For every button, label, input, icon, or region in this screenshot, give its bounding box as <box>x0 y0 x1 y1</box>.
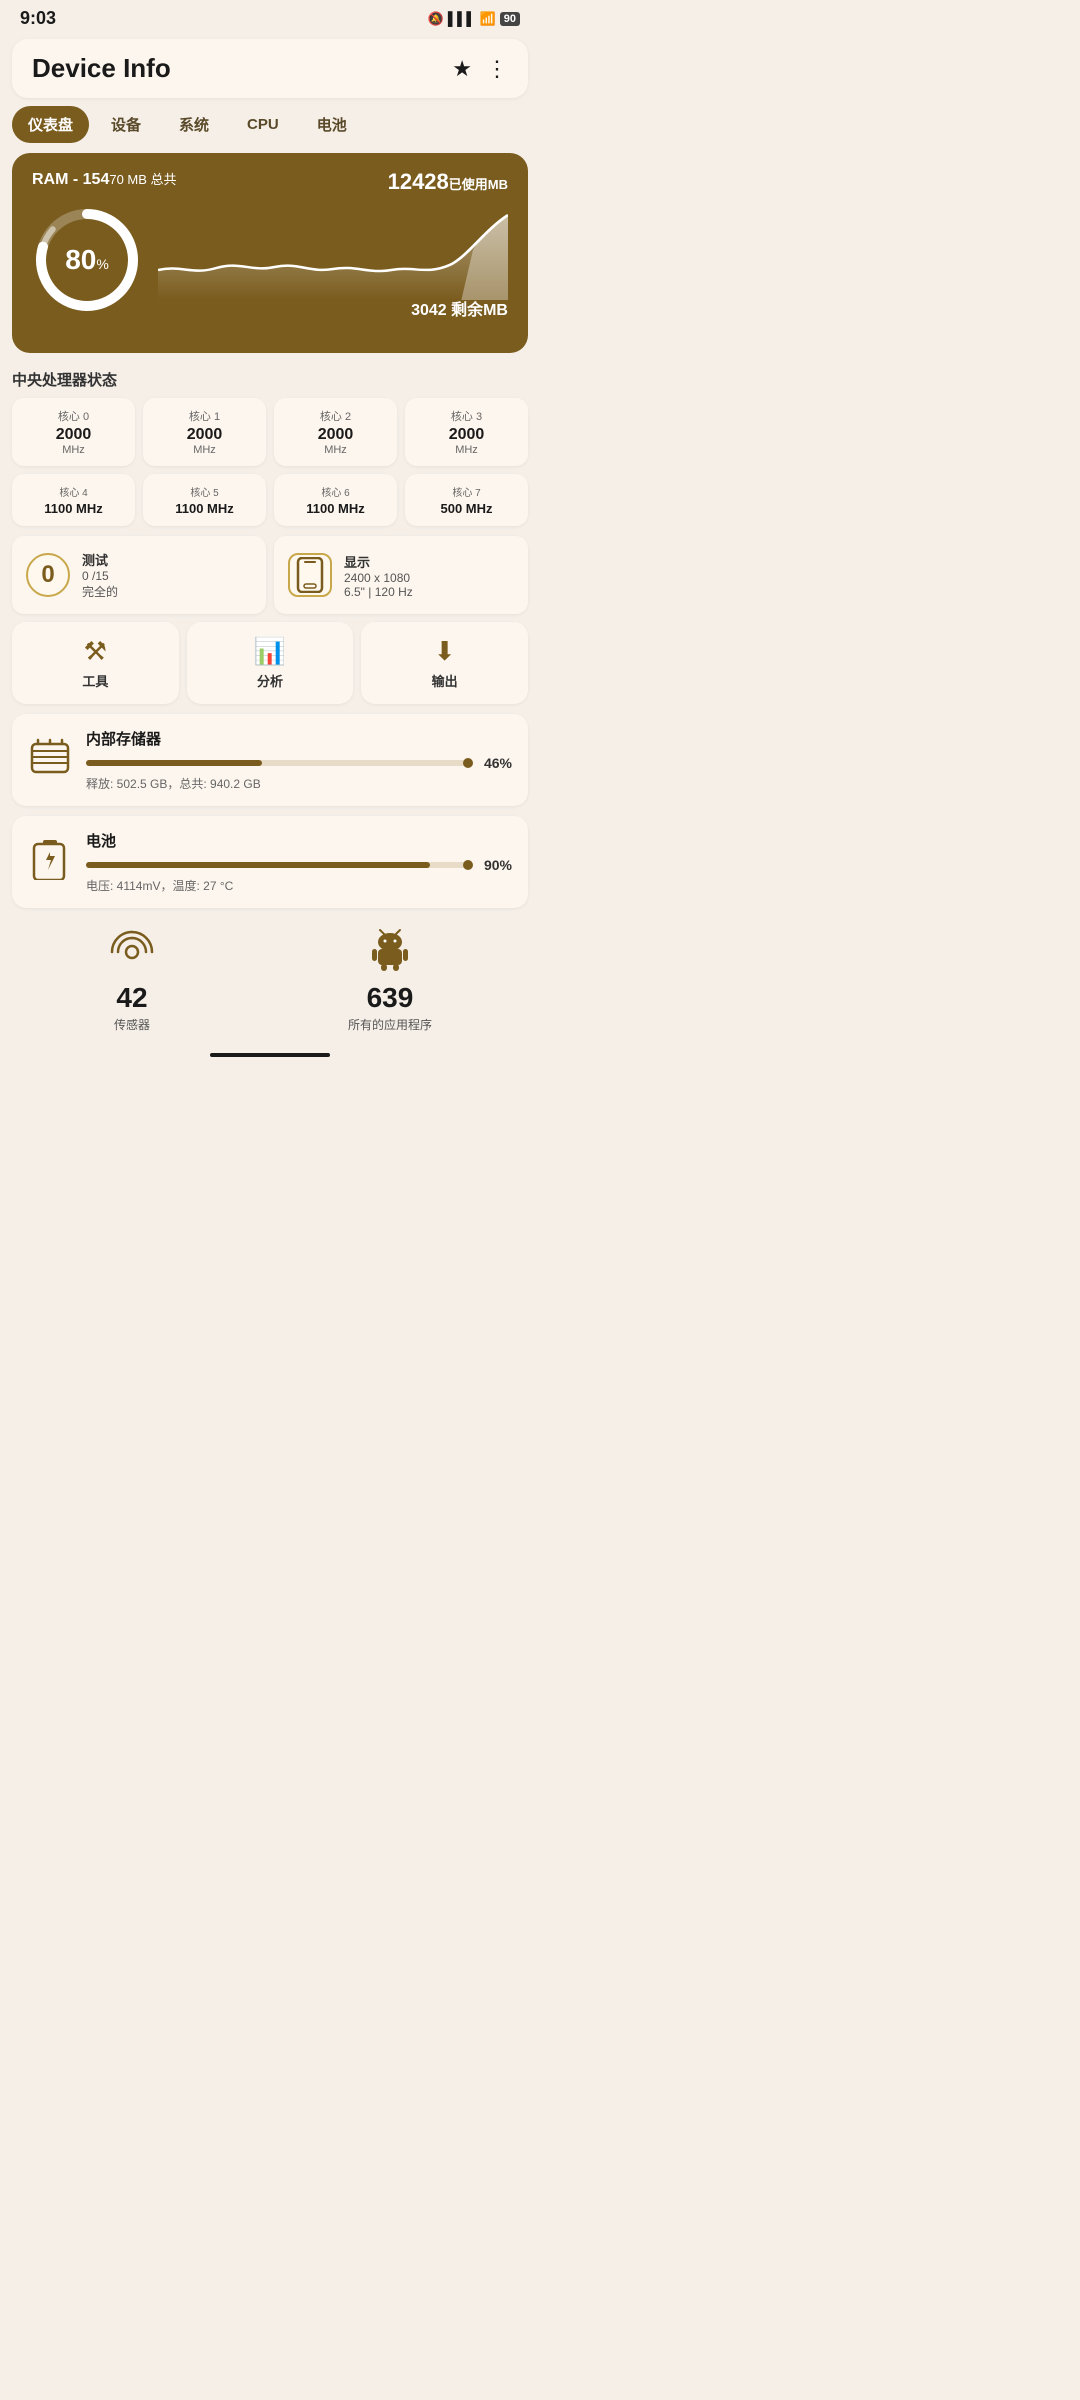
cpu-core-2: 核心 2 2000 MHz <box>274 398 397 466</box>
storage-sub: 释放: 502.5 GB，总共: 940.2 GB <box>86 775 512 792</box>
battery-content: 电池 90% 电压: 4114mV，温度: 27 °C <box>86 830 512 894</box>
tab-device[interactable]: 设备 <box>95 106 157 143</box>
tool-row: ⚒ 工具 📊 分析 ⬇ 输出 <box>0 622 540 704</box>
storage-progress-dot <box>463 758 473 768</box>
star-icon[interactable]: ★ <box>452 56 472 82</box>
storage-card[interactable]: 内部存储器 46% 释放: 502.5 GB，总共: 940.2 GB <box>12 714 528 806</box>
storage-title: 内部存储器 <box>86 728 512 749</box>
tools-icon: ⚒ <box>20 636 171 667</box>
tool-btn-analysis[interactable]: 📊 分析 <box>187 622 354 704</box>
battery-progress-row: 90% <box>86 857 512 873</box>
storage-icon <box>28 734 72 786</box>
tool-label-analysis: 分析 <box>195 671 346 690</box>
phone-icon-svg <box>296 557 324 593</box>
ram-donut: 80% <box>32 205 142 315</box>
test-icon: 0 <box>26 553 70 597</box>
home-indicator <box>210 1053 330 1057</box>
storage-progress-row: 46% <box>86 755 512 771</box>
display-card[interactable]: 显示 2400 x 1080 6.5" | 120 Hz <box>274 536 528 614</box>
battery-title: 电池 <box>86 830 512 851</box>
cpu-core-3: 核心 3 2000 MHz <box>405 398 528 466</box>
app-header: Device Info ★ ⋮ <box>12 39 528 98</box>
ram-header: RAM - 15470 MB 总共 12428已使用MB <box>32 169 508 195</box>
ram-card: RAM - 15470 MB 总共 12428已使用MB 80% <box>12 153 528 353</box>
tab-dashboard[interactable]: 仪表盘 <box>12 106 89 143</box>
cpu-core-0: 核心 0 2000 MHz <box>12 398 135 466</box>
cpu-core-6: 核心 6 1100 MHz <box>274 474 397 526</box>
sensor-icon <box>108 928 156 980</box>
display-icon <box>288 553 332 597</box>
wave-svg <box>158 210 508 300</box>
header-action-icons: ★ ⋮ <box>452 56 508 82</box>
tool-btn-export[interactable]: ⬇ 输出 <box>361 622 528 704</box>
mute-icon: 🔕 <box>428 11 444 27</box>
android-icon <box>368 928 412 980</box>
test-card[interactable]: 0 测试 0 /15 完全的 <box>12 536 266 614</box>
cpu-grid-row1: 核心 0 2000 MHz 核心 1 2000 MHz 核心 2 2000 MH… <box>0 398 540 466</box>
app-label: 所有的应用程序 <box>348 1016 432 1033</box>
cpu-core-1: 核心 1 2000 MHz <box>143 398 266 466</box>
cpu-grid-row2: 核心 4 1100 MHz 核心 5 1100 MHz 核心 6 1100 MH… <box>0 474 540 526</box>
battery-progress-dot <box>463 860 473 870</box>
tab-battery[interactable]: 电池 <box>301 106 363 143</box>
status-bar: 9:03 🔕 ▌▌▌ 📶 90 <box>0 0 540 33</box>
cpu-core-4: 核心 4 1100 MHz <box>12 474 135 526</box>
battery-sub: 电压: 4114mV，温度: 27 °C <box>86 877 512 894</box>
app-count: 639 <box>367 982 414 1014</box>
storage-progress-bar <box>86 760 468 766</box>
ram-wave-chart: 3042 剩余MB <box>158 210 508 310</box>
ram-remaining: 3042 剩余MB <box>411 296 508 320</box>
info-cards-row: 0 测试 0 /15 完全的 显示 2400 x 1080 6.5" | 120… <box>0 536 540 614</box>
tab-system[interactable]: 系统 <box>163 106 225 143</box>
battery-progress-bar <box>86 862 468 868</box>
ram-body: 80% 3042 剩余MB <box>32 205 508 315</box>
sensor-count: 42 <box>116 982 147 1014</box>
bottom-stats: 42 传感器 639 <box>0 918 540 1053</box>
signal-icon: ▌▌▌ <box>448 11 476 26</box>
storage-content: 内部存储器 46% 释放: 502.5 GB，总共: 940.2 GB <box>86 728 512 792</box>
battery-progress-fill <box>86 862 430 868</box>
battery-card[interactable]: 电池 90% 电压: 4114mV，温度: 27 °C <box>12 816 528 908</box>
bottom-nav-bar <box>0 1053 540 1077</box>
analysis-icon: 📊 <box>195 636 346 667</box>
tool-label-export: 输出 <box>369 671 520 690</box>
status-time: 9:03 <box>20 8 56 29</box>
ram-used: 12428已使用MB <box>388 169 508 195</box>
wifi-icon: 📶 <box>480 11 496 27</box>
sensor-label: 传感器 <box>114 1016 150 1033</box>
app-title: Device Info <box>32 53 171 84</box>
tool-btn-tools[interactable]: ⚒ 工具 <box>12 622 179 704</box>
cpu-section-title: 中央处理器状态 <box>0 365 540 398</box>
status-icons: 🔕 ▌▌▌ 📶 90 <box>428 11 520 27</box>
storage-percent: 46% <box>476 755 512 771</box>
tab-bar: 仪表盘 设备 系统 CPU 电池 <box>0 106 540 143</box>
ram-title: RAM - 15470 MB 总共 <box>32 169 177 189</box>
ram-percent: 80% <box>65 244 109 276</box>
storage-progress-fill <box>86 760 262 766</box>
tool-label-tools: 工具 <box>20 671 171 690</box>
battery-icon <box>28 836 72 888</box>
cpu-core-7: 核心 7 500 MHz <box>405 474 528 526</box>
app-stat[interactable]: 639 所有的应用程序 <box>348 928 432 1033</box>
tab-cpu[interactable]: CPU <box>231 108 295 141</box>
more-icon[interactable]: ⋮ <box>486 56 508 82</box>
battery-level: 90 <box>500 12 520 26</box>
sensor-stat[interactable]: 42 传感器 <box>108 928 156 1033</box>
cpu-core-5: 核心 5 1100 MHz <box>143 474 266 526</box>
export-icon: ⬇ <box>369 636 520 667</box>
battery-percent: 90% <box>476 857 512 873</box>
